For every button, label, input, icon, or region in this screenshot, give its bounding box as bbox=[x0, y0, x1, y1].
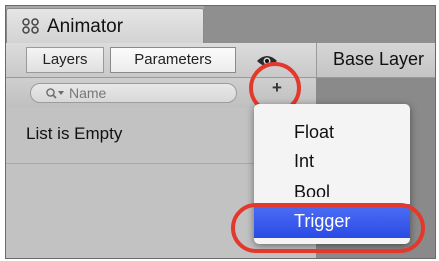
breadcrumb[interactable]: Base Layer bbox=[316, 43, 435, 77]
animator-window-tab[interactable]: Animator bbox=[6, 8, 204, 43]
menu-item-int[interactable]: Int bbox=[254, 148, 410, 174]
layer-name: Base Layer bbox=[333, 49, 425, 69]
window-tab-strip: Animator bbox=[6, 6, 435, 43]
search-placeholder: Name bbox=[69, 85, 107, 101]
annotation-oval bbox=[231, 203, 425, 253]
search-input[interactable]: Name bbox=[30, 83, 237, 103]
window-title: Animator bbox=[47, 16, 124, 37]
tab-strip-background bbox=[204, 6, 435, 43]
menu-item-bool[interactable]: Bool bbox=[254, 177, 410, 197]
tab-layers[interactable]: Layers bbox=[26, 47, 104, 73]
menu-item-float[interactable]: Float bbox=[254, 119, 410, 145]
empty-list-message: List is Empty bbox=[26, 124, 123, 143]
search-icon bbox=[46, 88, 64, 99]
animator-toolbar: Layers Parameters Base Layer bbox=[6, 43, 435, 78]
animator-icon bbox=[22, 18, 39, 34]
tab-parameters[interactable]: Parameters bbox=[110, 47, 236, 73]
